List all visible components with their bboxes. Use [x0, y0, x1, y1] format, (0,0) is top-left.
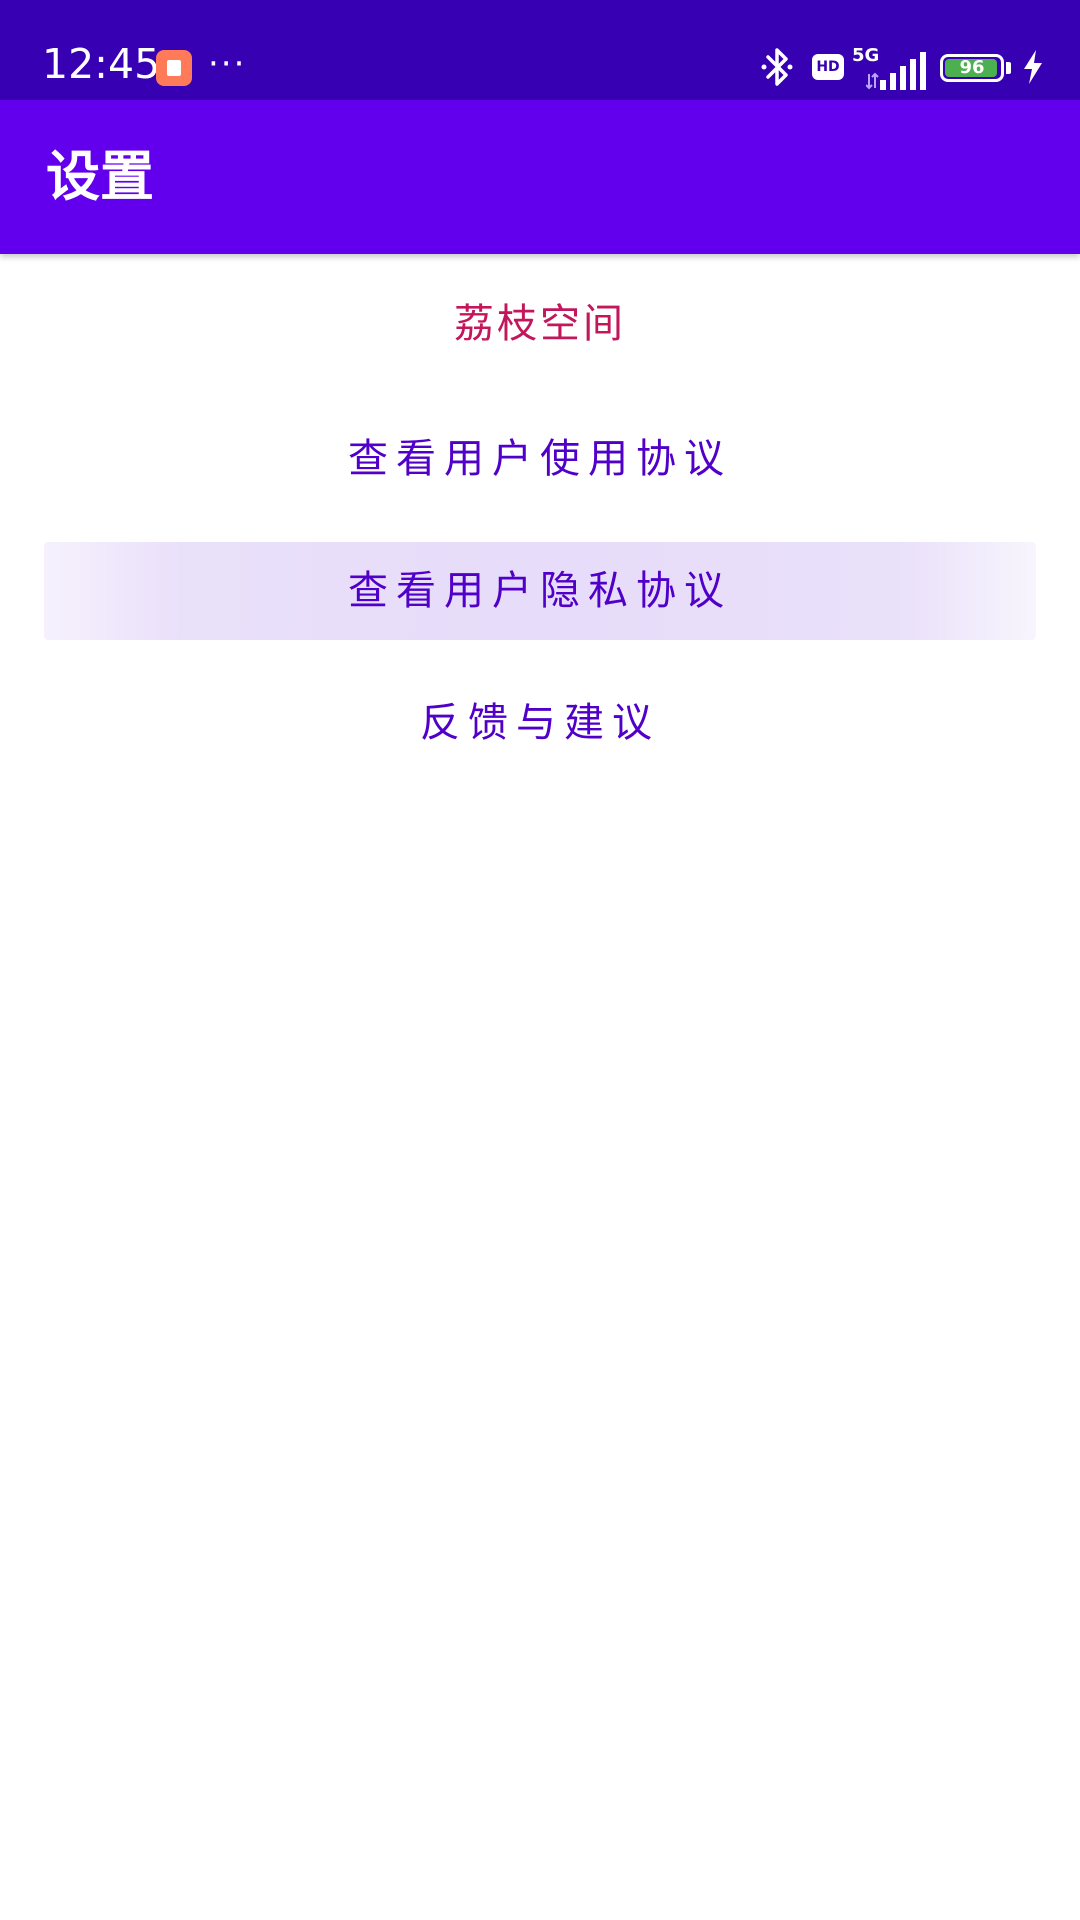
status-icons: HD 5G 96: [760, 44, 1080, 90]
hd-voice-icon: HD: [812, 54, 844, 80]
battery-level: 96: [959, 57, 985, 78]
view-privacy-policy-button[interactable]: 查看用户隐私协议: [44, 542, 1036, 640]
feedback-button[interactable]: 反馈与建议: [44, 674, 1036, 772]
battery-icon: 96: [940, 54, 1004, 82]
status-time: 12:45: [42, 40, 161, 88]
app-notification-icon: [156, 50, 192, 86]
section-header: 荔枝空间: [454, 301, 626, 347]
settings-screen: 12:45 ··· HD 5G 96 设置 荔枝空间 查看用户使用协议 查看用户…: [0, 0, 1080, 1920]
signal-icon: [866, 52, 926, 90]
more-notifications-icon: ···: [208, 44, 247, 84]
status-bar: 12:45 ··· HD 5G 96: [0, 0, 1080, 100]
view-user-agreement-button[interactable]: 查看用户使用协议: [44, 410, 1036, 508]
page-title: 设置: [46, 145, 154, 208]
bluetooth-icon: [761, 48, 793, 86]
battery-tip: [1006, 62, 1011, 74]
charging-icon: [1024, 50, 1042, 84]
app-toolbar: 设置: [0, 100, 1080, 254]
